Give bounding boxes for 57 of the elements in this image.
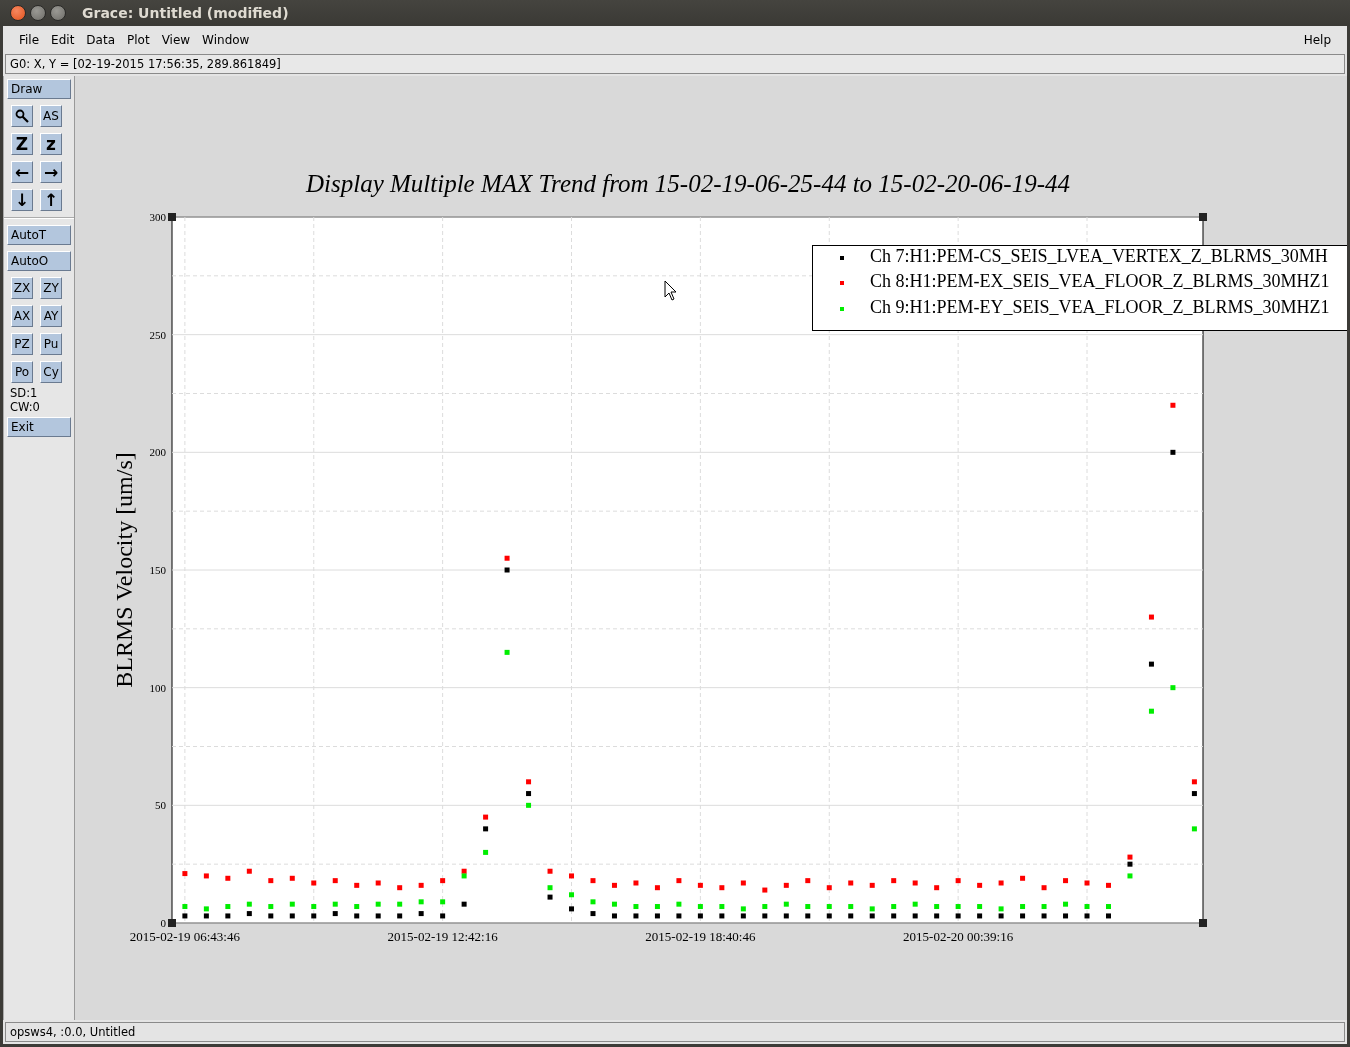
menu-item[interactable]: Help bbox=[1297, 33, 1337, 47]
toolbar-button[interactable]: → bbox=[40, 161, 62, 183]
close-button[interactable] bbox=[10, 5, 26, 21]
window-title: Grace: Untitled (modified) bbox=[82, 5, 289, 21]
menu-item[interactable]: View bbox=[155, 33, 197, 47]
toolbar-button[interactable]: Exit bbox=[7, 417, 71, 437]
pointer-icon bbox=[664, 280, 677, 301]
toolbar-button[interactable]: AutoT bbox=[7, 225, 71, 245]
y-tick-label: 100 bbox=[149, 681, 166, 694]
magnifier-icon bbox=[14, 108, 30, 124]
toolbar-button[interactable]: Pu bbox=[40, 333, 62, 355]
toolbar-button[interactable]: Po bbox=[11, 361, 33, 383]
maximize-button[interactable] bbox=[50, 5, 66, 21]
toolbar-button[interactable]: ↓ bbox=[11, 189, 33, 211]
toolbar-button[interactable]: AS bbox=[40, 105, 62, 127]
y-tick-label: 50 bbox=[155, 799, 166, 812]
y-tick-label: 300 bbox=[149, 211, 166, 223]
menu-item[interactable]: Plot bbox=[121, 33, 156, 47]
corner-handle[interactable] bbox=[1199, 213, 1207, 221]
coordinate-readout: G0: X, Y = [02-19-2015 17:56:35, 289.861849] bbox=[5, 54, 1345, 74]
menu-item[interactable]: File bbox=[13, 33, 46, 47]
minimize-button[interactable] bbox=[30, 5, 46, 21]
x-tick-label: 2015-02-19 06:43:46 bbox=[129, 929, 240, 944]
toolbar-button[interactable]: AX bbox=[11, 305, 33, 327]
legend-label: Ch 9:H1:PEM-EY_SEIS_VEA_FLOOR_Z_BLRMS_30MHZ1 bbox=[870, 297, 1330, 317]
corner-handle[interactable] bbox=[1199, 919, 1207, 927]
toolbar-button[interactable]: ← bbox=[11, 161, 33, 183]
menu-item[interactable]: Edit bbox=[45, 33, 81, 47]
toolbar-button[interactable]: Z bbox=[11, 133, 33, 155]
corner-handle[interactable] bbox=[168, 919, 176, 927]
zoom-button[interactable] bbox=[11, 105, 33, 127]
y-tick-label: 150 bbox=[149, 564, 166, 576]
x-tick-label: 2015-02-19 12:42:16 bbox=[387, 929, 498, 944]
toolbar-button[interactable]: AY bbox=[40, 305, 62, 327]
toolbar-button[interactable]: ↑ bbox=[40, 189, 62, 211]
status-label: CW:0 bbox=[9, 400, 41, 414]
legend-label: Ch 8:H1:PEM-EX_SEIS_VEA_FLOOR_Z_BLRMS_30MHZ1 bbox=[870, 271, 1330, 291]
y-tick-label: 0 bbox=[160, 917, 166, 929]
menu-item[interactable]: Window bbox=[196, 33, 256, 47]
y-tick-label: 250 bbox=[149, 328, 166, 341]
status-bar: opsws4, :0.0, Untitled bbox=[5, 1022, 1345, 1042]
x-tick-label: 2015-02-20 00:39:16 bbox=[903, 929, 1014, 944]
status-label: SD:1 bbox=[9, 386, 39, 400]
legend-label: Ch 7:H1:PEM-CS_SEIS_LVEA_VERTEX_Z_BLRMS_30MH bbox=[870, 246, 1328, 266]
menu-item[interactable]: Data bbox=[80, 33, 121, 47]
corner-handle[interactable] bbox=[168, 213, 176, 221]
toolbar-button[interactable]: ZX bbox=[11, 277, 33, 299]
toolbar-button[interactable]: PZ bbox=[11, 333, 33, 355]
x-tick-label: 2015-02-19 18:40:46 bbox=[645, 929, 756, 944]
toolbar-button[interactable]: z bbox=[40, 133, 62, 155]
toolbar-button[interactable]: Cy bbox=[40, 361, 62, 383]
toolbar-button[interactable]: ZY bbox=[40, 277, 62, 299]
toolbar-button[interactable]: Draw bbox=[7, 79, 71, 99]
chart-title: Display Multiple MAX Trend from 15-02-19-06-25-44 to 15-02-20-06-19-44 bbox=[306, 170, 1070, 197]
toolbar-button[interactable]: AutoO bbox=[7, 251, 71, 271]
y-tick-label: 200 bbox=[149, 446, 166, 459]
y-axis-label: BLRMS Velocity [um/s] bbox=[111, 452, 137, 688]
